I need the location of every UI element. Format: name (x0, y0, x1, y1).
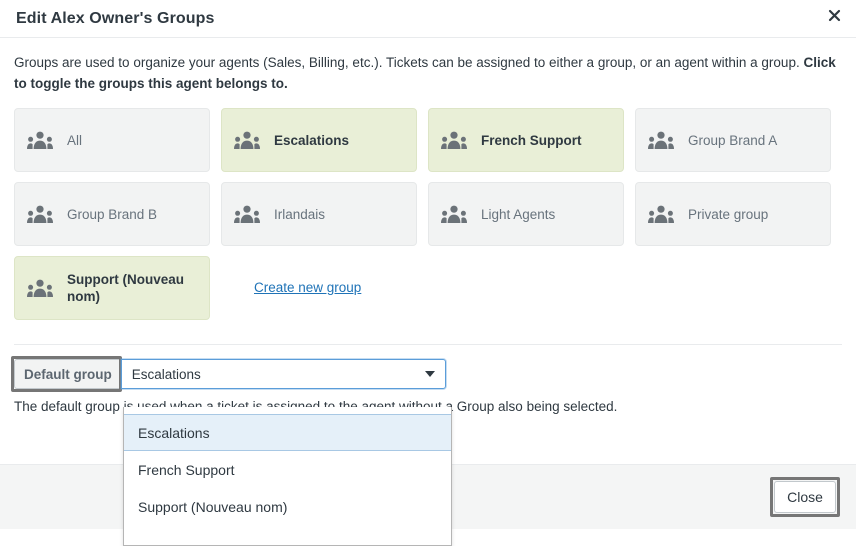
group-tile-light-agents[interactable]: Light Agents (428, 182, 624, 246)
intro-text: Groups are used to organize your agents … (14, 52, 842, 94)
modal-header: Edit Alex Owner's Groups (0, 0, 856, 38)
create-new-group-link[interactable]: Create new group (254, 280, 361, 295)
group-tile-french-support[interactable]: French Support (428, 108, 624, 172)
chevron-down-icon (424, 371, 435, 377)
group-people-icon (27, 278, 53, 298)
group-tile-label: Group Brand B (67, 206, 158, 222)
dropdown-option-escalations[interactable]: Escalations (124, 414, 451, 451)
group-tile-irlandais[interactable]: Irlandais (221, 182, 417, 246)
default-group-selected-value: Escalations (131, 366, 201, 382)
group-tile-group-brand-a[interactable]: Group Brand A (635, 108, 831, 172)
group-tile-support-nouveau-nom[interactable]: Support (Nouveau nom) (14, 256, 210, 320)
dropdown-option-support-nouveau-nom[interactable]: Support (Nouveau nom) (124, 488, 451, 525)
group-people-icon (648, 130, 674, 150)
dropdown-bottom-gap (124, 525, 451, 545)
dropdown-option-french-support[interactable]: French Support (124, 451, 451, 488)
modal-body: Groups are used to organize your agents … (0, 38, 856, 464)
dropdown-top-gap (124, 407, 451, 414)
section-divider (14, 344, 842, 345)
close-button-wrap: Close (770, 477, 840, 517)
group-tile-last-row: Support (Nouveau nom) Create new group (14, 256, 842, 320)
default-group-dropdown-list[interactable]: Escalations French Support Support (Nouv… (123, 407, 452, 546)
group-tile-label: Private group (688, 206, 769, 222)
default-group-row: Default group Escalations (11, 356, 842, 392)
group-tile-label: All (67, 132, 83, 148)
close-x-icon[interactable] (822, 3, 846, 27)
group-tile-grid: All Escalations French Support Group Bra… (14, 108, 842, 246)
default-group-select[interactable]: Escalations (120, 359, 446, 389)
default-group-label-wrap: Default group (11, 356, 122, 392)
group-people-icon (27, 130, 53, 150)
group-people-icon (441, 130, 467, 150)
group-people-icon (234, 130, 260, 150)
close-button[interactable]: Close (774, 481, 836, 513)
group-people-icon (648, 204, 674, 224)
edit-groups-modal: Edit Alex Owner's Groups Groups are used… (0, 0, 856, 546)
group-tile-all[interactable]: All (14, 108, 210, 172)
group-tile-label: French Support (481, 132, 582, 148)
intro-text-normal: Groups are used to organize your agents … (14, 55, 804, 70)
group-tile-label: Support (Nouveau nom) (67, 272, 184, 304)
default-group-label: Default group (14, 359, 121, 389)
group-tile-label: Light Agents (481, 206, 556, 222)
default-group-select-wrap: Escalations (120, 359, 446, 389)
group-people-icon (27, 204, 53, 224)
group-tile-group-brand-b[interactable]: Group Brand B (14, 182, 210, 246)
group-people-icon (441, 204, 467, 224)
group-people-icon (234, 204, 260, 224)
page-title: Edit Alex Owner's Groups (16, 9, 215, 27)
group-tile-label: Group Brand A (688, 132, 778, 148)
group-tile-label: Escalations (274, 132, 350, 148)
group-tile-private-group[interactable]: Private group (635, 182, 831, 246)
group-tile-label: Irlandais (274, 206, 326, 222)
group-tile-escalations[interactable]: Escalations (221, 108, 417, 172)
